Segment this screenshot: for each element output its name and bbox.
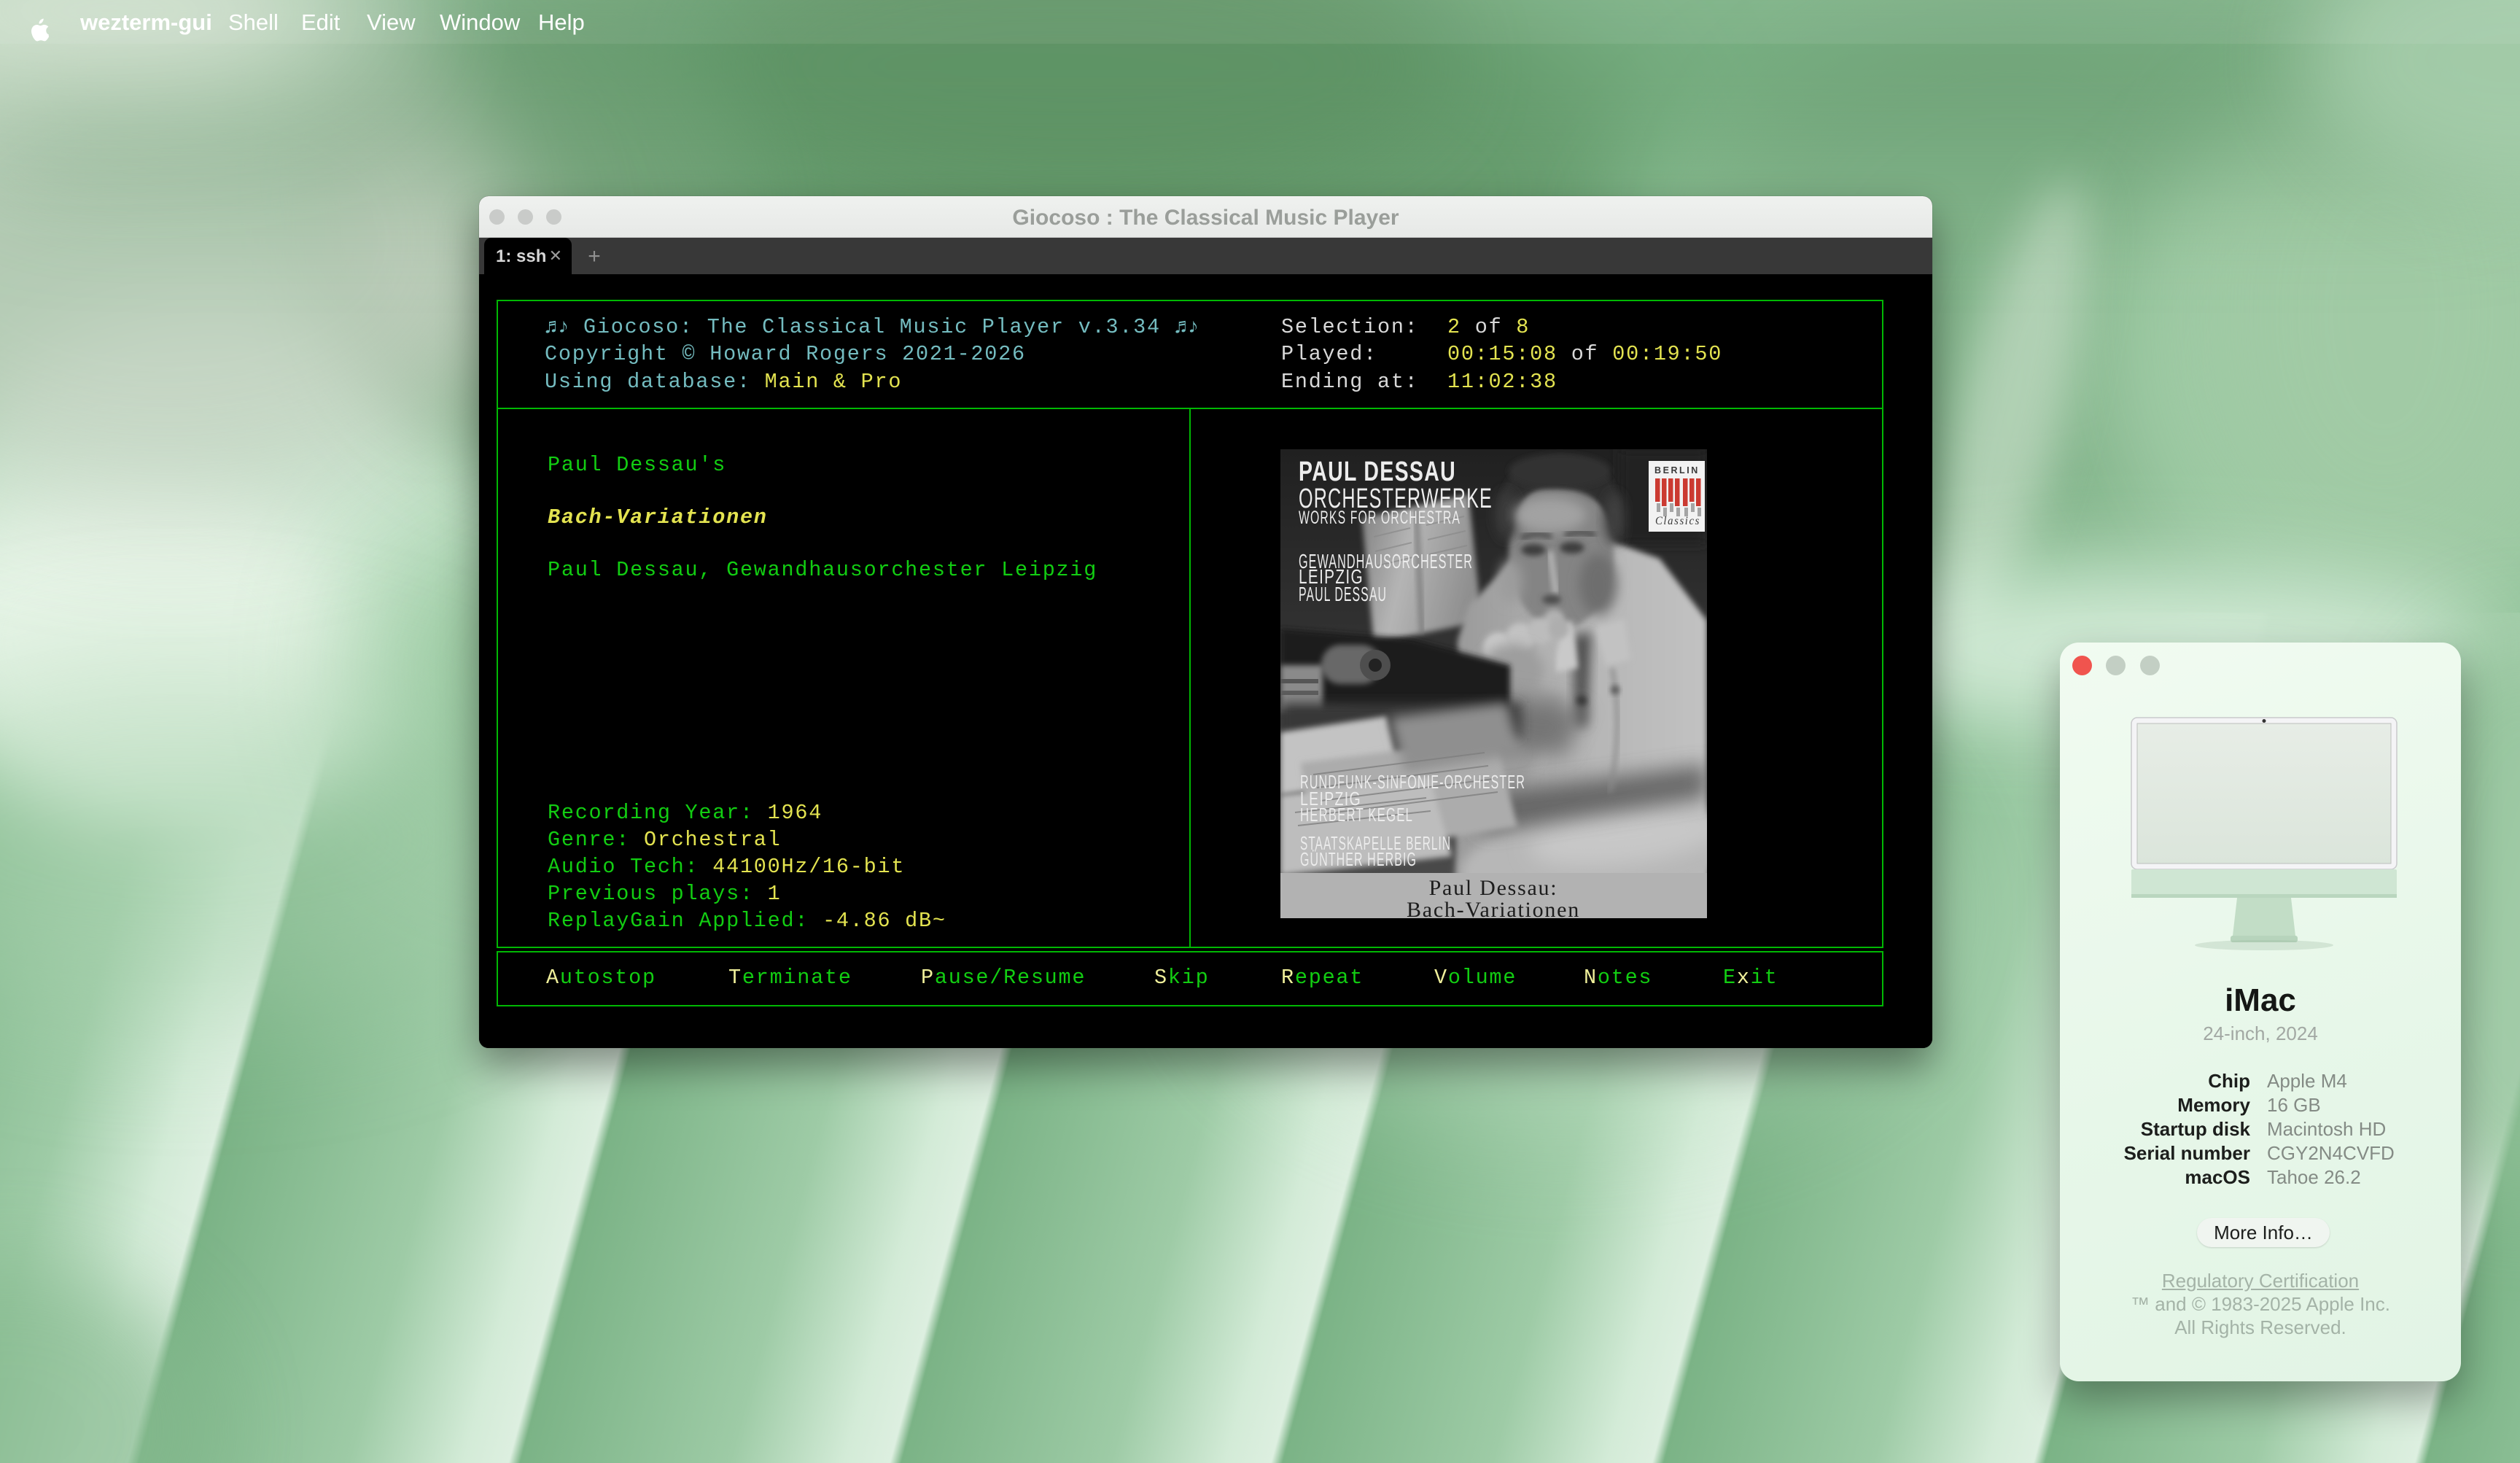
- svg-text:BERLIN: BERLIN: [1654, 465, 1699, 476]
- svg-text:Paul Dessau:: Paul Dessau:: [1429, 876, 1558, 900]
- svg-text:HERBERT KEGEL: HERBERT KEGEL: [1300, 804, 1413, 826]
- svg-text:Classics: Classics: [1655, 515, 1700, 527]
- svg-text:PAUL DESSAU: PAUL DESSAU: [1299, 457, 1456, 487]
- svg-text:Bach-Variationen: Bach-Variationen: [1407, 898, 1580, 918]
- svg-text:WORKS FOR ORCHESTRA: WORKS FOR ORCHESTRA: [1299, 508, 1461, 528]
- svg-text:PAUL DESSAU: PAUL DESSAU: [1299, 583, 1387, 605]
- svg-text:GÜNTHER HERBIG: GÜNTHER HERBIG: [1300, 848, 1417, 870]
